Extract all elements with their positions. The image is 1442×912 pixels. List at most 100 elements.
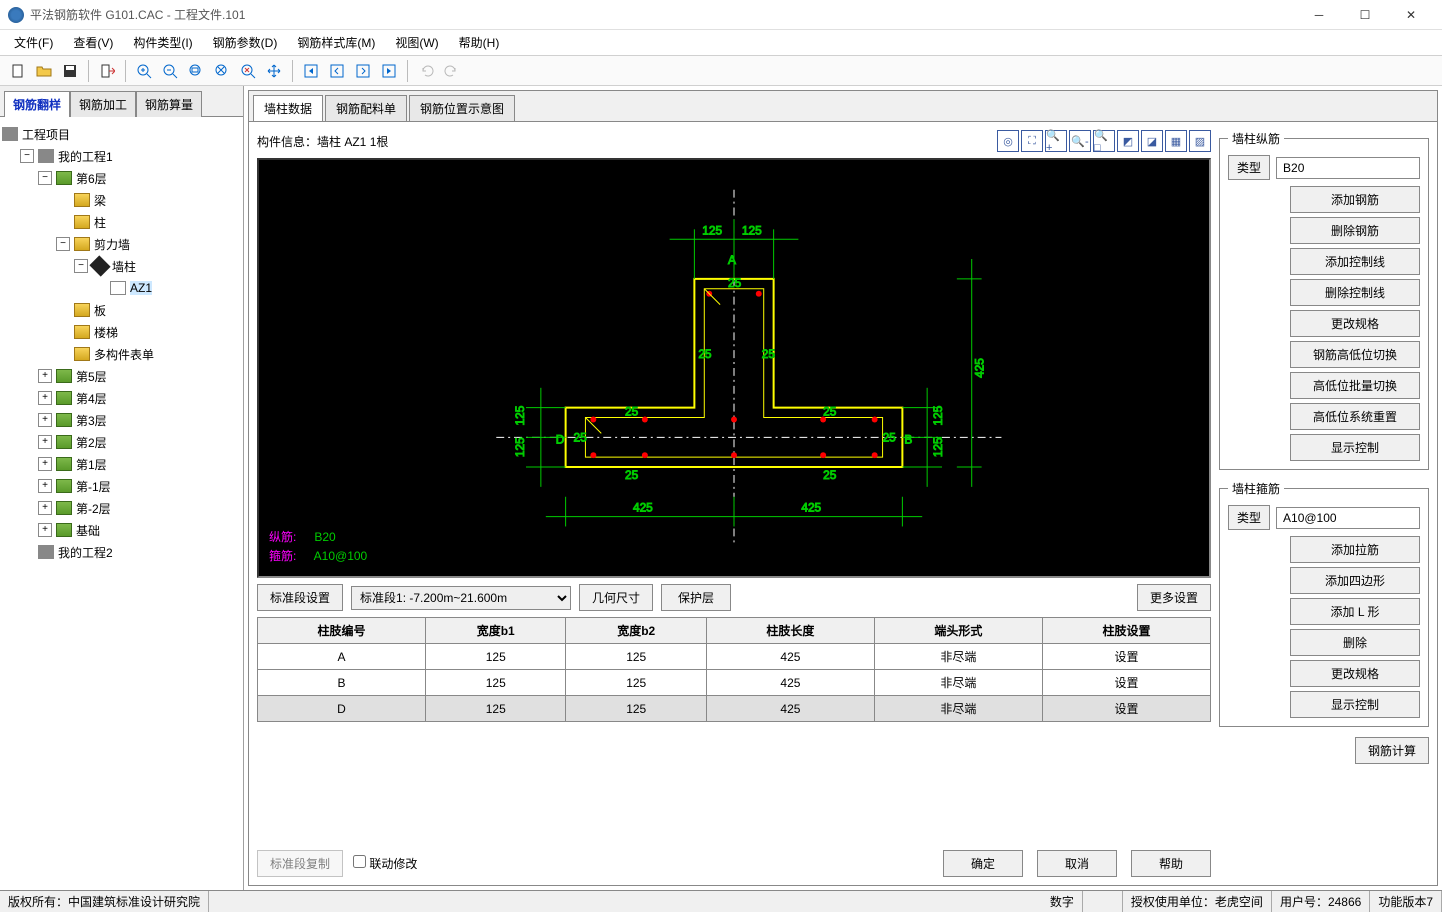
tree-floor-6[interactable]: 第6层 xyxy=(76,170,107,187)
cancel-button[interactable]: 取消 xyxy=(1037,850,1117,877)
tab-wallcol-data[interactable]: 墙柱数据 xyxy=(253,95,323,121)
project-tree[interactable]: 工程项目 −我的工程1 −第6层 梁 柱 −剪力墙 −墙柱 AZ1 板 楼梯 多… xyxy=(0,117,243,890)
tree-project-2[interactable]: 我的工程2 xyxy=(58,544,113,561)
canvas-tool-grid-icon[interactable]: ▦ xyxy=(1165,130,1187,152)
canvas-tool-layer-icon[interactable]: ▨ xyxy=(1189,130,1211,152)
help-button[interactable]: 帮助 xyxy=(1131,850,1211,877)
tree-column[interactable]: 柱 xyxy=(94,214,106,231)
canvas-tool-zoomout-icon[interactable]: 🔍- xyxy=(1069,130,1091,152)
section-settings-button[interactable]: 标准段设置 xyxy=(257,584,343,611)
tab-rebar-list[interactable]: 钢筋配料单 xyxy=(325,95,407,121)
table-row[interactable]: A125125425非尽端设置 xyxy=(258,644,1211,670)
menu-help[interactable]: 帮助(H) xyxy=(449,30,510,55)
stirrup-btn-0[interactable]: 添加拉筋 xyxy=(1290,536,1420,563)
limb-table[interactable]: 柱肢编号 宽度b1 宽度b2 柱肢长度 端头形式 柱肢设置 A125125425… xyxy=(257,617,1211,722)
canvas-tool-fit-icon[interactable]: ⛶ xyxy=(1021,130,1043,152)
zoom-out-icon[interactable] xyxy=(158,59,182,83)
toggle-icon[interactable]: + xyxy=(38,435,52,449)
new-icon[interactable] xyxy=(6,59,30,83)
canvas-tool-zoomin-icon[interactable]: 🔍+ xyxy=(1045,130,1067,152)
geometry-button[interactable]: 几何尺寸 xyxy=(579,584,653,611)
zoom-all-icon[interactable] xyxy=(236,59,260,83)
toggle-icon[interactable]: + xyxy=(38,501,52,515)
nav-next-icon[interactable] xyxy=(351,59,375,83)
longitudinal-btn-1[interactable]: 删除钢筋 xyxy=(1290,217,1420,244)
stirrup-btn-1[interactable]: 添加四边形 xyxy=(1290,567,1420,594)
longitudinal-btn-2[interactable]: 添加控制线 xyxy=(1290,248,1420,275)
redo-icon[interactable] xyxy=(440,59,464,83)
stirrup-btn-4[interactable]: 更改规格 xyxy=(1290,660,1420,687)
tree-base[interactable]: 基础 xyxy=(76,522,100,539)
zoom-window-icon[interactable] xyxy=(184,59,208,83)
tree-floor-1[interactable]: 第1层 xyxy=(76,456,107,473)
tab-fanyang[interactable]: 钢筋翻样 xyxy=(4,91,70,117)
zoom-fit-icon[interactable] xyxy=(210,59,234,83)
table-row[interactable]: B125125425非尽端设置 xyxy=(258,670,1211,696)
more-settings-button[interactable]: 更多设置 xyxy=(1137,584,1211,611)
toggle-icon[interactable]: + xyxy=(38,457,52,471)
toggle-icon[interactable]: − xyxy=(56,237,70,251)
tab-suanliang[interactable]: 钢筋算量 xyxy=(136,91,202,117)
longitudinal-btn-5[interactable]: 钢筋高低位切换 xyxy=(1290,341,1420,368)
tree-project-1[interactable]: 我的工程1 xyxy=(58,148,113,165)
longitudinal-btn-0[interactable]: 添加钢筋 xyxy=(1290,186,1420,213)
tree-beam[interactable]: 梁 xyxy=(94,192,106,209)
stirrup-btn-3[interactable]: 删除 xyxy=(1290,629,1420,656)
nav-first-icon[interactable] xyxy=(299,59,323,83)
toggle-icon[interactable]: − xyxy=(74,259,88,273)
menu-style[interactable]: 钢筋样式库(M) xyxy=(287,30,385,55)
save-icon[interactable] xyxy=(58,59,82,83)
tree-stair[interactable]: 楼梯 xyxy=(94,324,118,341)
stirrup-type-value[interactable]: A10@100 xyxy=(1276,507,1420,529)
toggle-icon[interactable]: − xyxy=(20,149,34,163)
canvas-tool-flip-icon[interactable]: ◪ xyxy=(1141,130,1163,152)
canvas-tool-target-icon[interactable]: ◎ xyxy=(997,130,1019,152)
tree-floor-3[interactable]: 第3层 xyxy=(76,412,107,429)
close-button[interactable]: ✕ xyxy=(1388,0,1434,30)
toggle-icon[interactable]: − xyxy=(38,171,52,185)
toggle-icon[interactable]: + xyxy=(38,523,52,537)
tree-shearwall[interactable]: 剪力墙 xyxy=(94,236,130,253)
stirrup-btn-2[interactable]: 添加 L 形 xyxy=(1290,598,1420,625)
calculate-button[interactable]: 钢筋计算 xyxy=(1355,737,1429,764)
tab-position-diagram[interactable]: 钢筋位置示意图 xyxy=(409,95,515,121)
section-canvas[interactable]: 125125 A 125 125 D 125 125 xyxy=(257,158,1211,578)
cover-button[interactable]: 保护层 xyxy=(661,584,731,611)
longitudinal-type-value[interactable]: B20 xyxy=(1276,157,1420,179)
menu-viewport[interactable]: 视图(W) xyxy=(385,30,448,55)
longitudinal-btn-7[interactable]: 高低位系统重置 xyxy=(1290,403,1420,430)
tree-multi[interactable]: 多构件表单 xyxy=(94,346,154,363)
toggle-icon[interactable]: + xyxy=(38,479,52,493)
menu-file[interactable]: 文件(F) xyxy=(4,30,63,55)
longitudinal-btn-4[interactable]: 更改规格 xyxy=(1290,310,1420,337)
menu-type[interactable]: 构件类型(I) xyxy=(123,30,202,55)
nav-prev-icon[interactable] xyxy=(325,59,349,83)
tree-floor-2[interactable]: 第2层 xyxy=(76,434,107,451)
export-icon[interactable] xyxy=(95,59,119,83)
longitudinal-btn-6[interactable]: 高低位批量切换 xyxy=(1290,372,1420,399)
longitudinal-btn-3[interactable]: 删除控制线 xyxy=(1290,279,1420,306)
tab-jiagong[interactable]: 钢筋加工 xyxy=(70,91,136,117)
menu-view[interactable]: 查看(V) xyxy=(63,30,123,55)
section-copy-button[interactable]: 标准段复制 xyxy=(257,850,343,877)
tree-floor-m1[interactable]: 第-1层 xyxy=(76,478,111,495)
linked-edit-checkbox[interactable]: 联动修改 xyxy=(353,855,417,872)
tree-root[interactable]: 工程项目 xyxy=(22,126,70,143)
tree-floor-5[interactable]: 第5层 xyxy=(76,368,107,385)
ok-button[interactable]: 确定 xyxy=(943,850,1023,877)
tree-wallcolumn[interactable]: 墙柱 xyxy=(112,258,136,275)
table-row[interactable]: D125125425非尽端设置 xyxy=(258,696,1211,722)
pan-icon[interactable] xyxy=(262,59,286,83)
canvas-tool-mirror-icon[interactable]: ◩ xyxy=(1117,130,1139,152)
canvas-tool-zoomwin-icon[interactable]: 🔍□ xyxy=(1093,130,1115,152)
zoom-in-icon[interactable] xyxy=(132,59,156,83)
undo-icon[interactable] xyxy=(414,59,438,83)
toggle-icon[interactable]: + xyxy=(38,413,52,427)
tree-az1[interactable]: AZ1 xyxy=(130,281,152,295)
tree-floor-4[interactable]: 第4层 xyxy=(76,390,107,407)
tree-slab[interactable]: 板 xyxy=(94,302,106,319)
nav-last-icon[interactable] xyxy=(377,59,401,83)
toggle-icon[interactable]: + xyxy=(38,369,52,383)
tree-floor-m2[interactable]: 第-2层 xyxy=(76,500,111,517)
minimize-button[interactable]: ─ xyxy=(1296,0,1342,30)
